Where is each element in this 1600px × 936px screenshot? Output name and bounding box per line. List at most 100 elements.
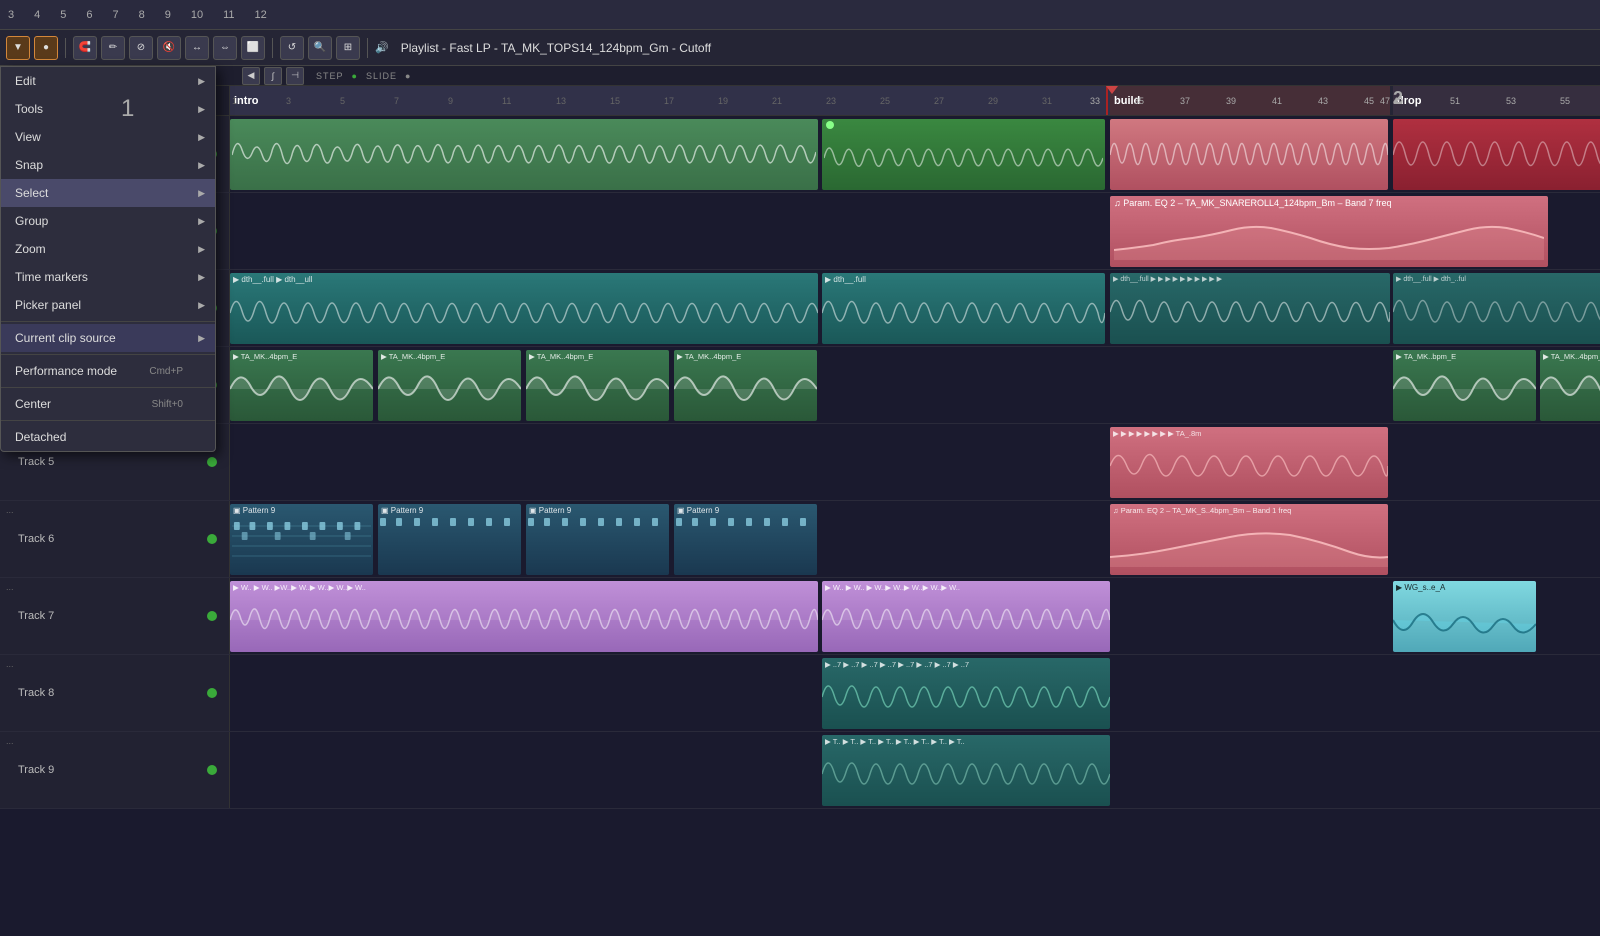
menu-tools[interactable]: Tools 1: [1, 95, 215, 123]
number-1-badge: 1: [121, 97, 134, 121]
clip-6-2[interactable]: ▣ Pattern 9: [378, 504, 521, 575]
clip-4-3[interactable]: ▶ TA_MK..4bpm_E: [526, 350, 669, 421]
tracks-container: ... track 1: [0, 116, 1600, 936]
clip-6-4-label: ▣ Pattern 9: [674, 504, 817, 517]
speaker-icon: 🔊: [375, 41, 389, 54]
track-row-1: ... track 1: [0, 116, 1600, 193]
clip-waveform-2: [822, 119, 1105, 190]
clip-1-3[interactable]: [1110, 119, 1388, 190]
zoom-button[interactable]: 🔍: [308, 36, 332, 60]
menu-performance-mode[interactable]: Performance mode Cmd+P: [1, 357, 215, 385]
track-content-7: ▶ W.. ▶ W.. ▶W..▶ W..▶ W..▶ W..▶ W.. ▶ W…: [230, 578, 1600, 654]
clip-waveform-3: [1110, 119, 1388, 190]
clip-3-1-wave: [230, 286, 818, 344]
resize-button[interactable]: ⇔: [213, 36, 237, 60]
full-track-area: intro build drop 1 3 5 7 9 11 13 15 17 1…: [0, 86, 1600, 936]
track-led-8[interactable]: [207, 688, 217, 698]
pencil-button[interactable]: ✏: [101, 36, 125, 60]
toolbar-sep-1: [65, 38, 66, 58]
clip-6-2-label: ▣ Pattern 9: [378, 504, 521, 517]
clip-1-2[interactable]: [822, 119, 1105, 190]
clip-3-2[interactable]: ▶ dth__.full: [822, 273, 1105, 344]
mute-button[interactable]: 🔇: [157, 36, 181, 60]
track-content-4: ▶ TA_MK..4bpm_E ▶ TA_MK..4bpm_E ▶ TA_MK.…: [230, 347, 1600, 423]
nav-arrows: ◀ ∫ ⊣: [242, 67, 304, 85]
track-dots-8: ...: [6, 659, 14, 669]
menu-snap[interactable]: Snap: [1, 151, 215, 179]
clip-7-2[interactable]: ▶ W.. ▶ W.. ▶ W..▶ W..▶ W..▶ W..▶ W..: [822, 581, 1110, 652]
step-dot: ●: [352, 71, 358, 81]
clip-1-4[interactable]: [1393, 119, 1600, 190]
scroll-left[interactable]: ◀: [242, 67, 260, 85]
track-row-9: ... Track 9 ▶ T.. ▶ T.. ▶ T.. ▶ T.. ▶ T.…: [0, 732, 1600, 809]
track-header-9: ... Track 9: [0, 732, 230, 808]
track-led-9[interactable]: [207, 765, 217, 775]
clip-4-8[interactable]: ▶ TA_MK..4bpm_E: [1540, 350, 1600, 421]
clip-9-1[interactable]: ▶ T.. ▶ T.. ▶ T.. ▶ T.. ▶ T.. ▶ T.. ▶ T.…: [822, 735, 1110, 806]
track-content-1: [230, 116, 1600, 192]
clip-4-4-label: ▶ TA_MK..4bpm_E: [674, 350, 817, 363]
menu-zoom[interactable]: Zoom: [1, 235, 215, 263]
menu-group[interactable]: Group: [1, 207, 215, 235]
link-btn[interactable]: ⊣: [286, 67, 304, 85]
clip-7-1[interactable]: ▶ W.. ▶ W.. ▶W..▶ W..▶ W..▶ W..▶ W..: [230, 581, 818, 652]
menu-center[interactable]: Center Shift+0: [1, 390, 215, 418]
clip-8-1[interactable]: ▶ ..7 ▶ ..7 ▶ ..7 ▶ ..7 ▶ ..7 ▶ ..7 ▶ ..…: [822, 658, 1110, 729]
track-led-6[interactable]: [207, 534, 217, 544]
toolbar-sep-3: [367, 38, 368, 58]
menu-picker-panel[interactable]: Picker panel: [1, 291, 215, 319]
clip-4-2[interactable]: ▶ TA_MK..4bpm_E: [378, 350, 521, 421]
select-button[interactable]: ⬜: [241, 36, 265, 60]
clip-3-4[interactable]: ▶ dth__.full ▶ dth_..ful: [1393, 273, 1600, 344]
clip-6-3[interactable]: ▣ Pattern 9: [526, 504, 669, 575]
clip-4-4[interactable]: ▶ TA_MK..4bpm_E: [674, 350, 817, 421]
clip-7-3[interactable]: ▶ WG_s..e_A: [1393, 581, 1536, 652]
clip-6-3-label: ▣ Pattern 9: [526, 504, 669, 517]
clip-3-3-wave: [1110, 285, 1390, 343]
clip-6-4[interactable]: ▣ Pattern 9: [674, 504, 817, 575]
clip-3-3-label: ▶ dth__.full ▶ ▶ ▶ ▶ ▶ ▶ ▶ ▶ ▶ ▶: [1110, 273, 1390, 285]
clip-5-1[interactable]: ▶ ▶ ▶ ▶ ▶ ▶ ▶ ▶ TA_.8m: [1110, 427, 1388, 498]
clip-8-1-label: ▶ ..7 ▶ ..7 ▶ ..7 ▶ ..7 ▶ ..7 ▶ ..7 ▶ ..…: [822, 658, 1110, 671]
playhead-triangle: [1106, 86, 1118, 94]
menu-detached[interactable]: Detached: [1, 423, 215, 451]
clip-2-1[interactable]: ♫ Param. EQ 2 – TA_MK_SNAREROLL4_124bpm_…: [1110, 196, 1548, 267]
clip-waveform-4: [1393, 119, 1600, 190]
clip-3-1[interactable]: ▶ dth__.full ▶ dth__ull: [230, 273, 818, 344]
track-led-7[interactable]: [207, 611, 217, 621]
menu-edit[interactable]: Edit: [1, 67, 215, 95]
track-led-5[interactable]: [207, 457, 217, 467]
marker-2: 2: [1393, 88, 1403, 109]
magnet-button[interactable]: 🧲: [73, 36, 97, 60]
track-content-3: ▶ dth__.full ▶ dth__ull ▶ dth__.full: [230, 270, 1600, 346]
curve-btn[interactable]: ∫: [264, 67, 282, 85]
track-name-9: Track 9: [18, 764, 54, 776]
ruler: intro build drop 1 3 5 7 9 11 13 15 17 1…: [230, 86, 1600, 115]
fit-button[interactable]: ⊞: [336, 36, 360, 60]
loop-button[interactable]: ↺: [280, 36, 304, 60]
clip-6-1-label: ▣ Pattern 9: [230, 504, 373, 517]
clip-3-3[interactable]: ▶ dth__.full ▶ ▶ ▶ ▶ ▶ ▶ ▶ ▶ ▶ ▶: [1110, 273, 1390, 344]
menu-view[interactable]: View: [1, 123, 215, 151]
menu-sep-2: [1, 354, 215, 355]
clip-3-1-label: ▶ dth__.full ▶ dth__ull: [230, 273, 818, 286]
clip-4-7[interactable]: ▶ TA_MK..bpm_E: [1393, 350, 1536, 421]
clip-1-1[interactable]: [230, 119, 818, 190]
clip-waveform: [230, 119, 818, 190]
clip-3-2-label: ▶ dth__.full: [822, 273, 1105, 286]
clip-4-2-label: ▶ TA_MK..4bpm_E: [378, 350, 521, 363]
track-content-9: ▶ T.. ▶ T.. ▶ T.. ▶ T.. ▶ T.. ▶ T.. ▶ T.…: [230, 732, 1600, 808]
erase-button[interactable]: ⊘: [129, 36, 153, 60]
track-row-5: ... Track 5 ▶ ▶ ▶ ▶ ▶ ▶ ▶ ▶ TA_.8m: [0, 424, 1600, 501]
move-button[interactable]: ↔: [185, 36, 209, 60]
menu-time-markers[interactable]: Time markers: [1, 263, 215, 291]
clip-6-1[interactable]: ▣ Pattern 9: [230, 504, 373, 575]
clip-6-5-label: ♫ Param. EQ 2 – TA_MK_S..4bpm_Bm – Band …: [1110, 504, 1388, 517]
menu-current-clip-source[interactable]: Current clip source: [1, 324, 215, 352]
clip-6-5[interactable]: ♫ Param. EQ 2 – TA_MK_S..4bpm_Bm – Band …: [1110, 504, 1388, 575]
menu-button[interactable]: ▼: [6, 36, 30, 60]
clip-5-1-label: ▶ ▶ ▶ ▶ ▶ ▶ ▶ ▶ TA_.8m: [1110, 427, 1388, 440]
clip-4-1[interactable]: ▶ TA_MK..4bpm_E: [230, 350, 373, 421]
menu-select[interactable]: Select: [1, 179, 215, 207]
record-button[interactable]: ●: [34, 36, 58, 60]
